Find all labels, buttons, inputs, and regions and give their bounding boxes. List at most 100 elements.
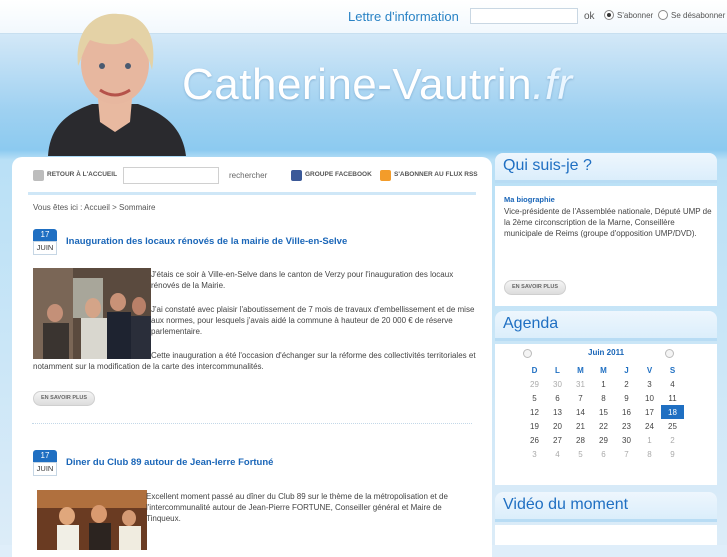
calendar-day[interactable]: 29 xyxy=(592,433,615,447)
agenda-header: Agenda xyxy=(495,311,717,341)
calendar-weekday: V xyxy=(646,366,653,375)
calendar-day[interactable]: 30 xyxy=(615,433,638,447)
about-title: Qui suis-je ? xyxy=(503,157,592,174)
calendar-day[interactable]: 10 xyxy=(638,391,661,405)
facebook-link[interactable]: GROUPE FACEBOOK xyxy=(305,171,372,178)
calendar-day-other-month[interactable]: 8 xyxy=(638,447,661,461)
calendar-day[interactable]: 2 xyxy=(615,377,638,391)
post-date: 17 JUIN xyxy=(33,450,57,476)
calendar-day-other-month[interactable]: 31 xyxy=(569,377,592,391)
subscribe-radio[interactable] xyxy=(604,10,614,20)
calendar-day-other-month[interactable]: 2 xyxy=(661,433,684,447)
calendar-week: 29 30 31 1 2 3 4 xyxy=(523,377,684,391)
calendar-day[interactable]: 28 xyxy=(569,433,592,447)
calendar-day[interactable]: 8 xyxy=(592,391,615,405)
toolbar-separator xyxy=(28,192,476,195)
calendar-day[interactable]: 15 xyxy=(592,405,615,419)
calendar-day[interactable]: 12 xyxy=(523,405,546,419)
site-title-main: Catherine-Vautrin xyxy=(182,60,533,109)
calendar-day-today[interactable]: 18 xyxy=(661,405,684,419)
agenda-title: Agenda xyxy=(503,315,559,332)
newsletter-ok-button[interactable]: ok xyxy=(584,11,595,22)
post-day: 17 xyxy=(33,229,57,241)
post-paragraph: J'ai constaté avec plaisir l'aboutisseme… xyxy=(151,305,475,336)
post-paragraph: Excellent moment passé au dîner du Club … xyxy=(146,492,448,523)
calendar-day[interactable]: 23 xyxy=(615,419,638,433)
calendar-day[interactable]: 19 xyxy=(523,419,546,433)
agenda-widget: Agenda Juin 2011 DLMMJVS 29 30 31 1 2 3 4 5 6 7 8 9… xyxy=(495,311,717,485)
about-widget: Qui suis-je ? Ma biographie Vice-préside… xyxy=(495,153,717,306)
calendar-day-other-month[interactable]: 30 xyxy=(546,377,569,391)
calendar-day[interactable]: 7 xyxy=(569,391,592,405)
read-more-button[interactable]: EN SAVOIR PLUS xyxy=(33,391,96,406)
calendar-day-other-month[interactable]: 7 xyxy=(615,447,638,461)
calendar-day[interactable]: 6 xyxy=(546,391,569,405)
subscribe-label: S'abonner xyxy=(617,11,654,20)
facebook-icon[interactable] xyxy=(291,170,302,181)
calendar-day[interactable]: 22 xyxy=(592,419,615,433)
calendar-day[interactable]: 24 xyxy=(638,419,661,433)
calendar-day[interactable]: 14 xyxy=(569,405,592,419)
calendar-grid: DLMMJVS 29 30 31 1 2 3 4 5 6 7 8 9 10 11 12 13 14 15 16 17 1… xyxy=(523,364,684,461)
calendar-day[interactable]: 11 xyxy=(661,391,684,405)
site-title-ext: .fr xyxy=(532,60,573,109)
calendar-day[interactable]: 13 xyxy=(546,405,569,419)
post-paragraph: J'étais ce soir à Ville-en-Selve dans le… xyxy=(151,270,454,290)
post-day: 17 xyxy=(33,450,57,462)
main-content: RETOUR À L'ACCUEIL rechercher GROUPE FAC… xyxy=(12,157,492,557)
calendar-day-other-month[interactable]: 3 xyxy=(523,447,546,461)
calendar-day[interactable]: 16 xyxy=(615,405,638,419)
calendar-weekday: M xyxy=(577,366,584,375)
calendar-day-other-month[interactable]: 5 xyxy=(569,447,592,461)
newsletter-email-input[interactable] xyxy=(470,8,578,24)
calendar-week: 3456789 xyxy=(523,447,684,461)
calendar-next-button[interactable] xyxy=(665,349,674,358)
calendar-day[interactable]: 5 xyxy=(523,391,546,405)
calendar-day[interactable]: 25 xyxy=(661,419,684,433)
breadcrumb: Vous êtes ici : Accueil > Sommaire xyxy=(33,203,156,212)
video-title: Vidéo du moment xyxy=(503,496,629,513)
calendar-day-other-month[interactable]: 6 xyxy=(592,447,615,461)
calendar-prev-button[interactable] xyxy=(523,349,532,358)
rss-icon[interactable] xyxy=(380,170,391,181)
unsubscribe-radio[interactable] xyxy=(658,10,668,20)
post-image[interactable] xyxy=(33,268,151,359)
site-title[interactable]: Catherine-Vautrin.fr xyxy=(182,60,573,110)
home-icon[interactable] xyxy=(33,170,44,181)
calendar-day[interactable]: 17 xyxy=(638,405,661,419)
search-button[interactable]: rechercher xyxy=(229,171,267,180)
post-paragraph: Cette inauguration a été l'occasion d'éc… xyxy=(33,351,476,371)
calendar-week: 19 20 21 22 23 24 25 xyxy=(523,419,684,433)
about-header: Qui suis-je ? xyxy=(495,153,717,183)
post-image[interactable] xyxy=(37,490,147,550)
search-input[interactable] xyxy=(123,167,219,184)
calendar-weekday: S xyxy=(669,366,676,375)
calendar-day[interactable]: 4 xyxy=(661,377,684,391)
calendar: Juin 2011 DLMMJVS 29 30 31 1 2 3 4 5 6 7 8 9 10 11 12 1… xyxy=(495,344,717,485)
calendar-week: 5 6 7 8 9 10 11 xyxy=(523,391,684,405)
calendar-month: Juin 2011 xyxy=(588,348,625,357)
post-title[interactable]: Diner du Club 89 autour de Jean-Ierre Fo… xyxy=(66,457,273,468)
calendar-day[interactable]: 20 xyxy=(546,419,569,433)
calendar-day-other-month[interactable]: 4 xyxy=(546,447,569,461)
bio-title[interactable]: Ma biographie xyxy=(504,195,555,204)
video-header: Vidéo du moment xyxy=(495,492,717,522)
calendar-week: 12 13 14 15 16 17 18 xyxy=(523,405,684,419)
unsubscribe-label: Se désabonner xyxy=(671,11,726,20)
post-title[interactable]: Inauguration des locaux rénovés de la ma… xyxy=(66,236,347,247)
calendar-day-other-month[interactable]: 29 xyxy=(523,377,546,391)
calendar-day[interactable]: 1 xyxy=(592,377,615,391)
calendar-day[interactable]: 27 xyxy=(546,433,569,447)
home-link[interactable]: RETOUR À L'ACCUEIL xyxy=(47,171,117,178)
post-date: 17 JUIN xyxy=(33,229,57,255)
calendar-day[interactable]: 26 xyxy=(523,433,546,447)
calendar-day[interactable]: 9 xyxy=(615,391,638,405)
rss-link[interactable]: S'ABONNER AU FLUX RSS xyxy=(394,171,478,178)
calendar-day-other-month[interactable]: 9 xyxy=(661,447,684,461)
content-toolbar: RETOUR À L'ACCUEIL rechercher GROUPE FAC… xyxy=(33,167,483,189)
calendar-week: 26 27 28 29 30 1 2 xyxy=(523,433,684,447)
bio-read-more-button[interactable]: EN SAVOIR PLUS xyxy=(504,280,567,295)
calendar-day[interactable]: 3 xyxy=(638,377,661,391)
calendar-day[interactable]: 21 xyxy=(569,419,592,433)
calendar-day-other-month[interactable]: 1 xyxy=(638,433,661,447)
